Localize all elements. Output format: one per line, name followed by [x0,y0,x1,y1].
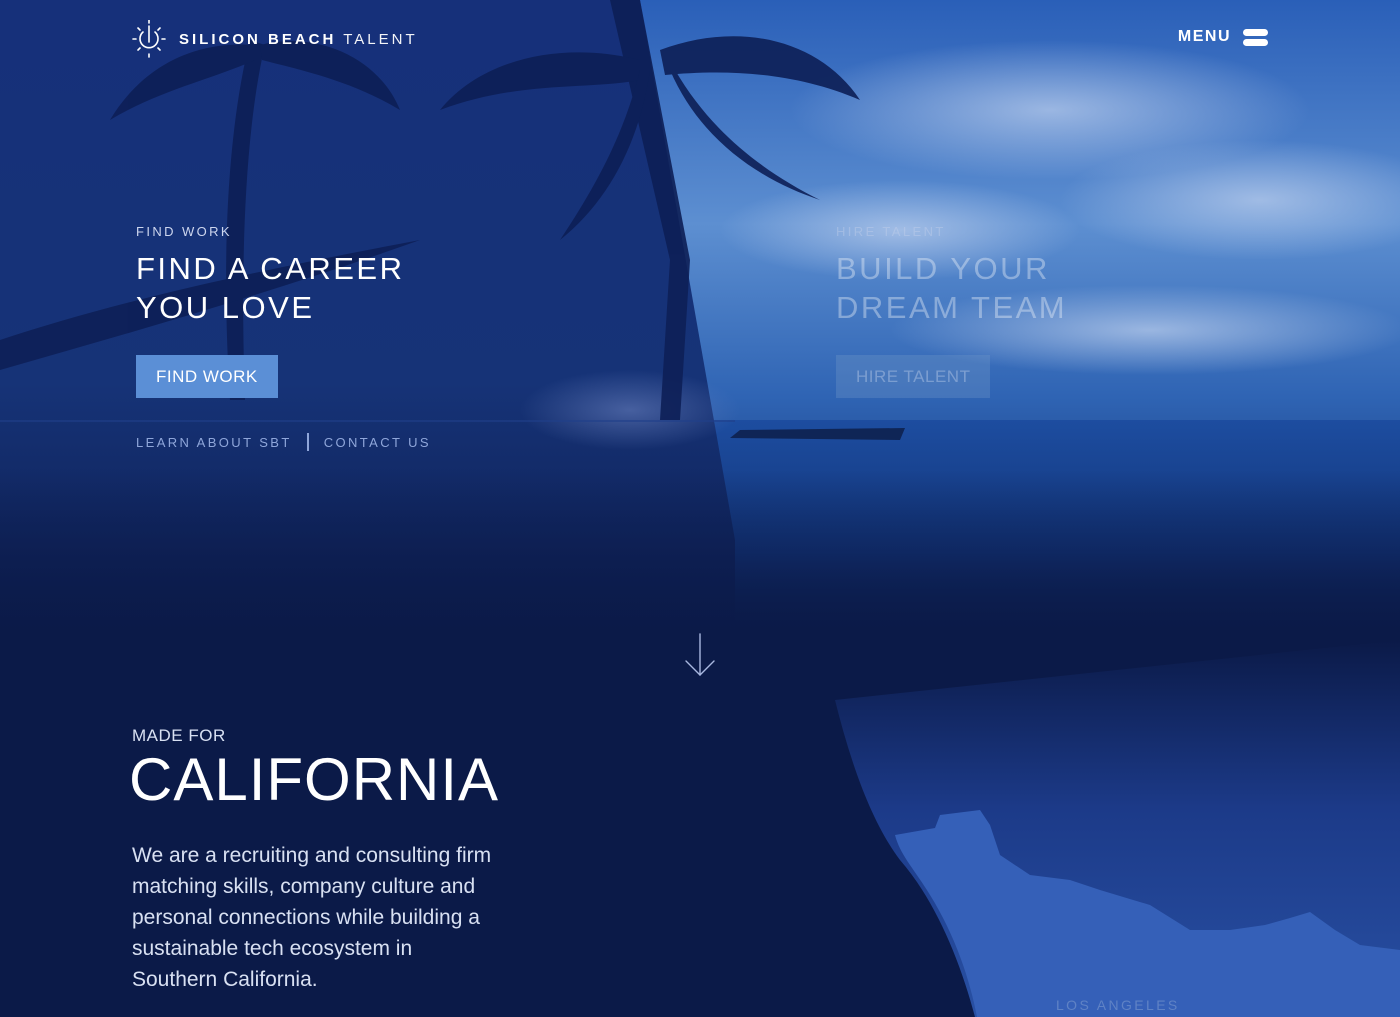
headline-line: DREAM TEAM [836,290,1068,325]
headline-line: FIND A CAREER [136,251,405,286]
logo[interactable]: SILICON BEACH TALENT [131,20,418,58]
california-eyebrow: MADE FOR [132,726,226,745]
hire-talent-eyebrow: HIRE TALENT [836,224,946,239]
find-work-eyebrow: FIND WORK [136,224,232,239]
link-divider [306,433,309,451]
learn-about-link[interactable]: LEARN ABOUT SBT [136,435,292,450]
logo-text: SILICON BEACH TALENT [179,31,418,48]
logo-text-light: TALENT [343,30,418,48]
hire-talent-panel: HIRE TALENT BUILD YOUR DREAM TEAM HIRE T… [836,224,1067,398]
find-work-button[interactable]: FIND WORK [136,355,278,398]
contact-us-link[interactable]: CONTACT US [324,435,431,450]
hero-secondary-links: LEARN ABOUT SBT CONTACT US [136,433,431,451]
site-header: SILICON BEACH TALENT MENU [0,0,1400,80]
find-work-panel: FIND WORK FIND A CAREER YOU LOVE FIND WO… [136,224,405,398]
scroll-down-arrow-icon[interactable] [684,632,716,678]
find-work-headline: FIND A CAREER YOU LOVE [136,249,405,327]
california-title: CALIFORNIA [129,746,500,813]
headline-line: YOU LOVE [136,290,315,325]
hire-talent-headline: BUILD YOUR DREAM TEAM [836,249,1067,327]
menu-icon [1243,28,1268,46]
menu-button[interactable]: MENU [1178,28,1268,46]
hire-talent-button[interactable]: HIRE TALENT [836,355,991,398]
logo-text-bold: SILICON BEACH [179,30,337,48]
california-description: We are a recruiting and consulting firm … [132,844,492,991]
los-angeles-map-label: LOS ANGELES [1056,997,1180,1013]
menu-label: MENU [1177,28,1231,45]
logo-sun-icon [132,20,166,58]
headline-line: BUILD YOUR [836,251,1050,286]
